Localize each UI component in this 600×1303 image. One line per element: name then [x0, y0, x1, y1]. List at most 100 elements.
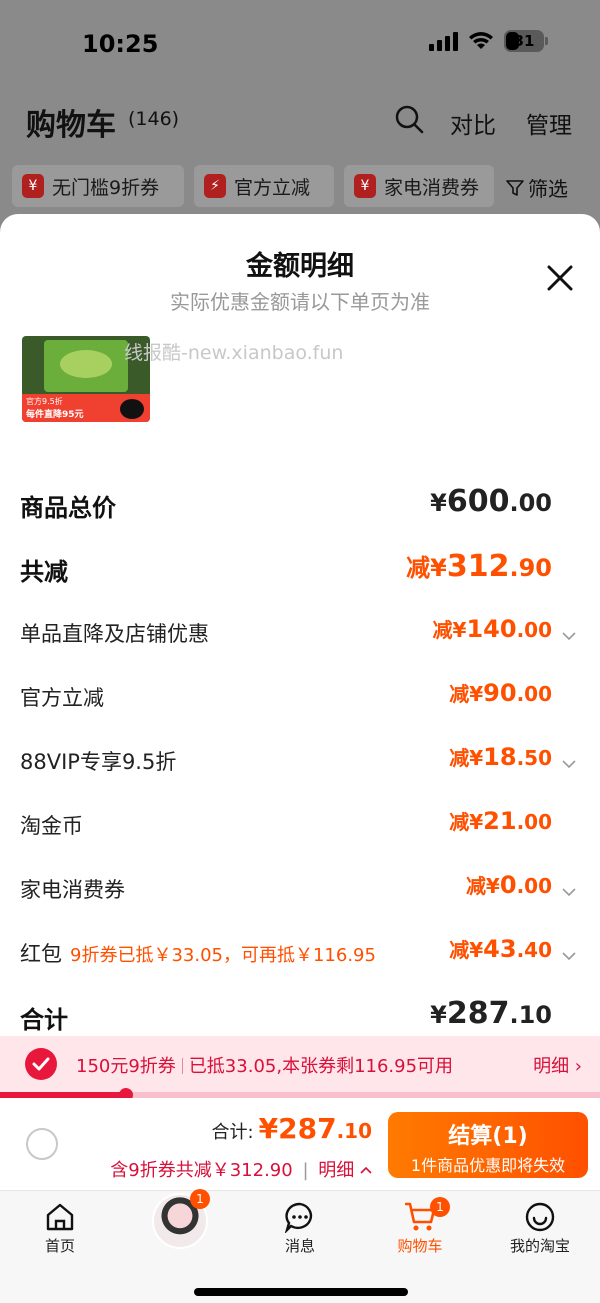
bottom-tab-bar: 首页 1 消息 购物车 1 我的淘宝 [0, 1189, 600, 1303]
row-total-discount: 共减 减¥312.90 [20, 548, 580, 588]
coupon-icon: ¥ [354, 174, 376, 198]
row-value: 减¥21.00 [449, 807, 552, 835]
discount-summary[interactable]: 含9折券共减￥312.90 | 明细 [110, 1156, 372, 1182]
checkout-button[interactable]: 结算(1) 1件商品优惠即将失效 [388, 1112, 588, 1178]
tab-badge: 1 [430, 1197, 450, 1217]
row-taojinbi: 淘金币 减¥21.00 [20, 806, 580, 846]
filter-button[interactable]: 筛选 [506, 173, 568, 202]
tab-cart[interactable]: 购物车 1 [370, 1197, 470, 1265]
tmall-cat-icon [120, 399, 144, 419]
manage-button[interactable]: 管理 [526, 106, 572, 140]
row-label: 商品总价 [20, 494, 116, 522]
checkout-sublabel: 1件商品优惠即将失效 [410, 1156, 566, 1175]
chevron-up-icon [360, 1166, 372, 1174]
row-sum: 合计 ¥287.10 [20, 996, 580, 1036]
row-label: 官方立减 [20, 686, 104, 710]
thumb-badge-main: 每件直降95元 [26, 410, 84, 420]
message-icon [284, 1202, 313, 1233]
chip-label: 官方立减 [234, 176, 311, 199]
row-value: 减¥18.50 [449, 743, 552, 771]
chip-label: 家电消费券 [384, 176, 480, 199]
chevron-down-icon [562, 946, 576, 965]
row-official-discount: 官方立减 减¥90.00 [20, 678, 580, 718]
amount-detail-sheet: 金额明细 实际优惠金额请以下单页为准 官方9.5折 每件直降95元 线报酷-ne… [0, 214, 600, 1303]
lightning-icon: ⚡ [204, 174, 226, 198]
cart-header: 购物车 (146) 对比 管理 [0, 96, 600, 146]
tab-badge: 1 [190, 1189, 210, 1209]
tab-label: 购物车 [397, 1237, 443, 1255]
total-amount-decimal: .10 [336, 1119, 372, 1143]
tab-label: 首页 [44, 1237, 75, 1255]
chip-appliance-coupon[interactable]: ¥ 家电消费券 [344, 165, 494, 207]
row-value: ¥600.00 [430, 484, 552, 519]
coupon-status: 已抵33.05,本张券剩116.95可用 [188, 1056, 454, 1077]
battery-level: 31 [513, 32, 535, 50]
page-title: 购物车 [26, 108, 116, 143]
row-total-price: 商品总价 ¥600.00 [20, 484, 580, 524]
row-label: 合计 [20, 1006, 68, 1034]
wifi-icon [468, 31, 494, 51]
discount-text: 含9折券共减￥312.90 [110, 1160, 293, 1181]
cart-page-background: 10:25 31 购物车 (146) 对比 管理 ¥ 无门槛9折券 ⚡ 官方立减… [0, 0, 600, 230]
tab-my-taobao[interactable]: 我的淘宝 [490, 1201, 590, 1265]
row-store-discount[interactable]: 单品直降及店铺优惠 减¥140.00 [20, 614, 580, 654]
total-label: 合计: [211, 1122, 254, 1143]
row-label: 家电消费券 [20, 878, 125, 902]
chevron-down-icon [562, 882, 576, 901]
tab-home[interactable]: 首页 [10, 1201, 110, 1265]
row-red-packet[interactable]: 红包 9折券已抵￥33.05，可再抵￥116.95 减¥43.40 [20, 934, 580, 974]
filter-label: 筛选 [528, 177, 568, 201]
compare-button[interactable]: 对比 [450, 106, 496, 140]
close-icon[interactable] [544, 262, 576, 294]
sheet-title: 金额明细 [246, 251, 354, 282]
red-packet-label: 红包 [20, 942, 62, 966]
total-amount: ¥287 [258, 1112, 337, 1145]
select-all-radio[interactable] [26, 1128, 58, 1160]
coupon-text: 150元9折券 已抵33.05,本张券剩116.95可用 [76, 1052, 453, 1078]
tab-avatar[interactable]: 1 [130, 1189, 230, 1265]
row-appliance-coupon[interactable]: 家电消费券 减¥0.00 [20, 870, 580, 910]
red-packet-note: 9折券已抵￥33.05，可再抵￥116.95 [70, 945, 376, 966]
row-value: 减¥312.90 [406, 549, 552, 584]
status-icons: 31 [429, 30, 548, 52]
coupon-detail-link[interactable]: 明细 › [533, 1052, 582, 1078]
row-88vip[interactable]: 88VIP专享9.5折 减¥18.50 [20, 742, 580, 782]
filter-icon [506, 179, 524, 196]
row-label: 88VIP专享9.5折 [20, 750, 177, 774]
signal-icon [429, 31, 458, 51]
chip-coupon-9[interactable]: ¥ 无门槛9折券 [12, 165, 184, 207]
thumb-promo-badge: 官方9.5折 每件直降95元 [22, 394, 150, 422]
checkout-bar: 合计: ¥287.10 含9折券共减￥312.90 | 明细 结算(1) 1件商… [0, 1098, 600, 1190]
chip-label: 无门槛9折券 [52, 176, 160, 199]
tab-messages[interactable]: 消息 [250, 1201, 350, 1265]
thumb-badge-top: 官方9.5折 [26, 397, 63, 406]
product-image [44, 340, 128, 392]
total-line: 合计: ¥287.10 [211, 1112, 372, 1145]
row-value: 减¥140.00 [432, 615, 552, 643]
row-value: 减¥90.00 [449, 679, 552, 707]
row-label: 单品直降及店铺优惠 [20, 622, 209, 646]
watermark: 线报酷-new.xianbao.fun [124, 342, 344, 364]
promo-chip-row: ¥ 无门槛9折券 ⚡ 官方立减 ¥ 家电消费券 筛选 [0, 165, 600, 207]
row-label: 红包 9折券已抵￥33.05，可再抵￥116.95 [20, 938, 376, 968]
row-label: 淘金币 [20, 814, 83, 838]
coupon-checkbox[interactable] [25, 1048, 57, 1080]
search-icon[interactable] [394, 104, 424, 138]
row-value: 减¥0.00 [465, 871, 552, 899]
coupon-bar: 150元9折券 已抵33.05,本张券剩116.95可用 明细 › [0, 1036, 600, 1092]
chip-official-discount[interactable]: ⚡ 官方立减 [194, 165, 334, 207]
status-time: 10:25 [82, 30, 159, 58]
cart-count: (146) [128, 108, 180, 130]
sheet-subtitle: 实际优惠金额请以下单页为准 [170, 290, 430, 314]
profile-smile-icon [525, 1202, 555, 1232]
tab-label: 消息 [284, 1237, 315, 1255]
home-icon [46, 1203, 74, 1231]
coupon-icon: ¥ [22, 174, 44, 198]
detail-toggle: 明细 [318, 1160, 355, 1181]
row-value: 减¥43.40 [449, 935, 552, 963]
row-value: ¥287.10 [430, 996, 552, 1031]
battery-icon: 31 [504, 30, 548, 52]
chevron-down-icon [562, 754, 576, 773]
chevron-down-icon [562, 626, 576, 645]
row-label: 共减 [20, 558, 68, 586]
